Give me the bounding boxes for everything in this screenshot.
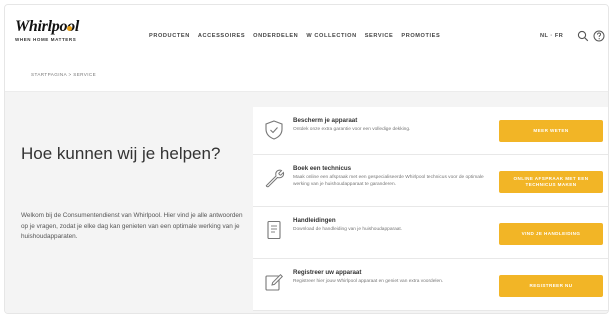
- service-card-technician: Boek een technicus Maak online een afspr…: [253, 155, 608, 207]
- card-title: Bescherm je apparaat: [293, 117, 358, 124]
- page: Whirlpool WHEN HOME MATTERS PRODUCTEN AC…: [4, 4, 609, 314]
- service-main: Hoe kunnen wij je helpen? Welkom bij de …: [5, 92, 608, 313]
- service-card-manuals: Handleidingen Download de handleiding va…: [253, 207, 608, 259]
- card-description: Registreer hier jouw Whirlpool apparaat …: [293, 279, 444, 284]
- help-icon[interactable]: [593, 30, 605, 42]
- manual-icon: [267, 220, 281, 240]
- logo-dot: [67, 26, 72, 31]
- nav-item-service[interactable]: SERVICE: [365, 33, 394, 39]
- nav-item-onderdelen[interactable]: ONDERDELEN: [253, 33, 298, 39]
- register-icon: [265, 273, 284, 291]
- card-title: Registreer uw apparaat: [293, 269, 362, 276]
- find-manual-button[interactable]: VIND JE HANDLEIDING: [499, 223, 603, 245]
- nav-item-w-collection[interactable]: W COLLECTION: [306, 33, 356, 39]
- register-now-button[interactable]: REGISTREER NU: [499, 275, 603, 297]
- nav-item-accessoires[interactable]: ACCESSOIRES: [198, 33, 245, 39]
- card-title: Boek een technicus: [293, 165, 352, 172]
- service-card-protect: Bescherm je apparaat Ontdek onze extra g…: [253, 107, 608, 155]
- main-nav: PRODUCTEN ACCESSOIRES ONDERDELEN W COLLE…: [149, 33, 440, 39]
- language-switch[interactable]: NL · FR: [540, 33, 563, 39]
- whirlpool-logo[interactable]: Whirlpool WHEN HOME MATTERS: [15, 18, 79, 42]
- card-description: Ontdek onze extra garantie voor een voll…: [293, 127, 411, 132]
- wrench-icon: [265, 169, 285, 188]
- page-title: Hoe kunnen wij je helpen?: [21, 144, 221, 163]
- nav-item-promoties[interactable]: PROMOTIES: [401, 33, 440, 39]
- nav-item-producten[interactable]: PRODUCTEN: [149, 33, 190, 39]
- card-title: Handleidingen: [293, 217, 336, 224]
- shield-icon: [265, 120, 283, 140]
- book-technician-button[interactable]: ONLINE AFSPRAAK MET EEN TECHNICUS MAKEN: [499, 171, 603, 193]
- card-description: Maak online een afspraak met een gespeci…: [293, 175, 484, 188]
- meer-weten-button[interactable]: MEER WETEN: [499, 120, 603, 142]
- card-description: Download de handleiding van je huishouda…: [293, 227, 403, 232]
- site-header: Whirlpool WHEN HOME MATTERS PRODUCTEN AC…: [5, 5, 608, 77]
- service-card-register: Registreer uw apparaat Registreer hier j…: [253, 259, 608, 311]
- service-card-list: Bescherm je apparaat Ontdek onze extra g…: [253, 107, 608, 311]
- logo-tagline: WHEN HOME MATTERS: [15, 37, 77, 42]
- intro-text: Welkom bij de Consumentendienst van Whir…: [21, 212, 243, 241]
- search-icon[interactable]: [577, 30, 589, 42]
- breadcrumb[interactable]: STARTPAGINA > SERVICE: [31, 72, 96, 77]
